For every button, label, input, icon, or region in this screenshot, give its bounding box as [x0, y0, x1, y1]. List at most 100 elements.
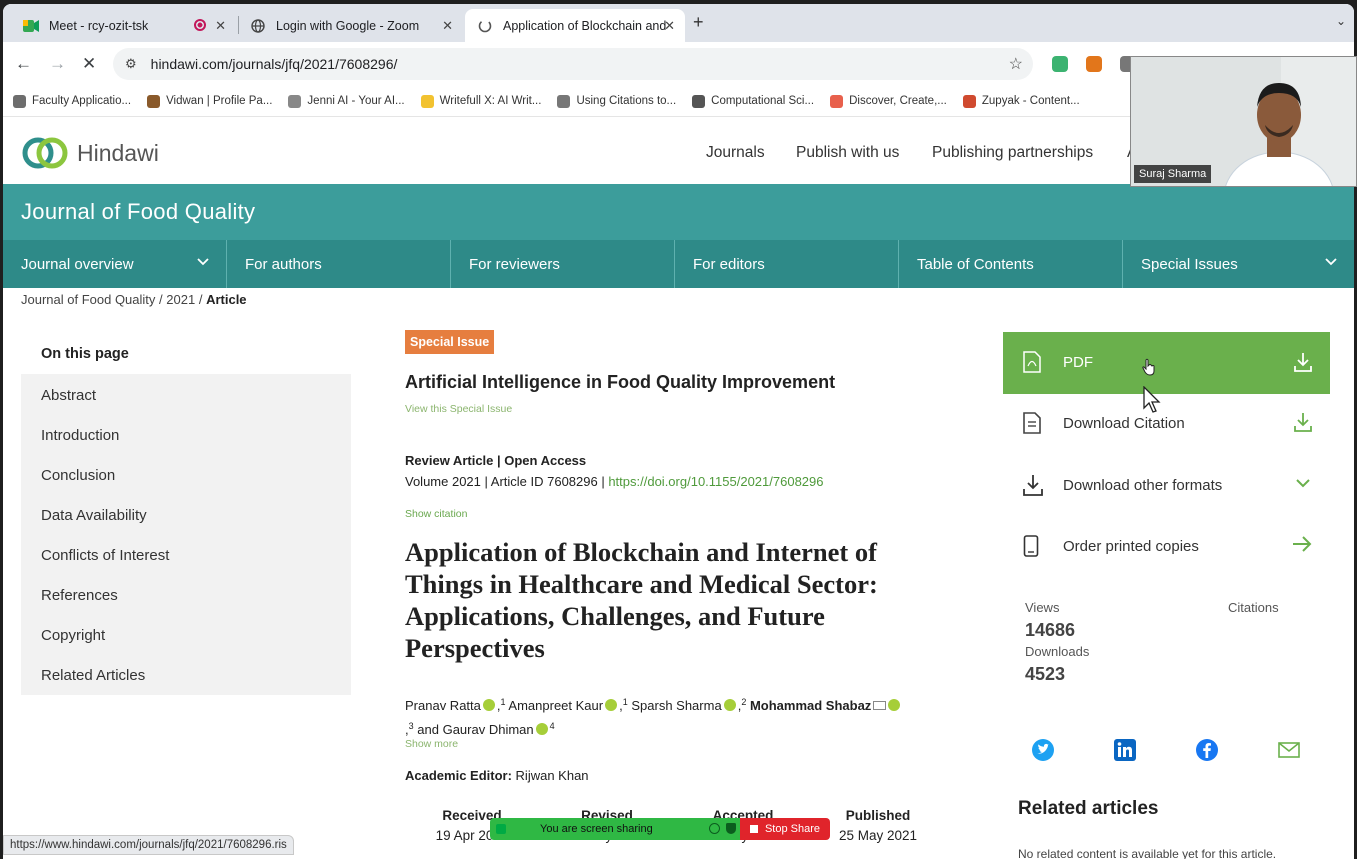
- bookmark-item[interactable]: Writefull X: AI Writ...: [420, 94, 541, 108]
- stop-share-button[interactable]: Stop Share: [740, 818, 830, 840]
- author-name[interactable]: Mohammad Shabaz: [750, 698, 871, 713]
- participant-name: Suraj Sharma: [1134, 165, 1212, 183]
- tab-article[interactable]: Application of Blockchain and ✕: [465, 9, 685, 42]
- stop-square-icon: [749, 825, 758, 833]
- order-printed-copies-button[interactable]: Order printed copies: [1003, 519, 1330, 575]
- show-citation-link[interactable]: Show citation: [405, 508, 467, 520]
- breadcrumb-current: Article: [206, 292, 247, 307]
- toc-item-introduction[interactable]: Introduction: [41, 427, 119, 444]
- bookmark-item[interactable]: Computational Sci...: [692, 94, 814, 108]
- toc-item-abstract[interactable]: Abstract: [41, 387, 96, 404]
- view-special-issue-link[interactable]: View this Special Issue: [405, 403, 512, 415]
- recording-icon: [194, 19, 206, 31]
- orcid-icon[interactable]: [888, 699, 901, 711]
- extension-icon[interactable]: [1052, 56, 1068, 72]
- screen-sharing-indicator[interactable]: You are screen sharing: [490, 818, 740, 840]
- journal-nav-for-editors[interactable]: For editors: [675, 240, 899, 288]
- orcid-icon[interactable]: [535, 723, 548, 735]
- tab-search-icon[interactable]: ⌄: [1336, 14, 1346, 28]
- participant-video-tile[interactable]: Suraj Sharma: [1130, 56, 1357, 187]
- metamask-icon[interactable]: [1086, 56, 1102, 72]
- download-citation-button[interactable]: Download Citation: [1003, 396, 1330, 452]
- email-share-icon[interactable]: [1277, 738, 1301, 762]
- arrow-right-icon: [1292, 535, 1312, 558]
- show-more-link[interactable]: Show more: [405, 738, 458, 750]
- journal-nav-for-authors[interactable]: For authors: [227, 240, 451, 288]
- journal-nav-overview[interactable]: Journal overview: [3, 240, 227, 288]
- facebook-icon[interactable]: [1195, 738, 1219, 762]
- bookmark-item[interactable]: Using Citations to...: [557, 94, 676, 108]
- toc-item-copyright[interactable]: Copyright: [41, 627, 105, 644]
- bookmark-item[interactable]: Vidwan | Profile Pa...: [147, 94, 272, 108]
- bookmark-favicon-icon: [288, 94, 302, 108]
- author-name[interactable]: Gaurav Dhiman: [443, 722, 534, 737]
- date-published: Published 25 May 2021: [838, 808, 918, 843]
- site-info-icon[interactable]: ⚙: [125, 56, 137, 72]
- bookmark-star-icon[interactable]: ☆: [1009, 54, 1023, 74]
- author-name[interactable]: Amanpreet Kaur: [508, 698, 603, 713]
- close-tab-icon[interactable]: ✕: [664, 18, 675, 34]
- stop-loading-button[interactable]: ✕: [82, 54, 96, 74]
- chevron-down-icon: [1324, 255, 1338, 273]
- bookmark-favicon-icon: [692, 94, 706, 108]
- journal-nav-for-reviewers[interactable]: For reviewers: [451, 240, 675, 288]
- orcid-icon[interactable]: [605, 699, 618, 711]
- nav-publish-with-us[interactable]: Publish with us: [796, 144, 899, 162]
- logo-text: Hindawi: [77, 139, 159, 166]
- close-tab-icon[interactable]: ✕: [215, 18, 226, 34]
- bookmark-item[interactable]: Discover, Create,...: [830, 94, 947, 108]
- orcid-icon[interactable]: [482, 699, 495, 711]
- chevron-down-icon: [196, 255, 210, 273]
- nav-journals[interactable]: Journals: [706, 144, 765, 162]
- download-other-formats-button[interactable]: Download other formats: [1003, 458, 1330, 514]
- citations-label: Citations: [1228, 600, 1279, 615]
- new-tab-button[interactable]: +: [693, 12, 704, 33]
- toc-item-references[interactable]: References: [41, 587, 118, 604]
- toc-title: On this page: [41, 346, 129, 362]
- tab-title: Login with Google - Zoom: [276, 18, 420, 33]
- download-icon: [1294, 352, 1312, 377]
- loading-icon: [477, 18, 493, 34]
- bookmark-item[interactable]: Zupyak - Content...: [962, 94, 1080, 108]
- special-issue-badge: Special Issue: [405, 330, 495, 354]
- journal-title[interactable]: Journal of Food Quality: [21, 199, 255, 225]
- author-name[interactable]: Pranav Ratta: [405, 698, 481, 713]
- orcid-icon[interactable]: [723, 699, 736, 711]
- breadcrumb-year[interactable]: 2021: [166, 292, 195, 307]
- author-list: Pranav Ratta ,1 Amanpreet Kaur ,1 Sparsh S…: [405, 692, 945, 740]
- journal-nav-special-issues[interactable]: Special Issues: [1123, 240, 1354, 288]
- tab-zoom-login[interactable]: Login with Google - Zoom ✕: [238, 9, 463, 42]
- nav-publishing-partnerships[interactable]: Publishing partnerships: [932, 144, 1093, 162]
- close-tab-icon[interactable]: ✕: [442, 18, 453, 34]
- toc-item-related-articles[interactable]: Related Articles: [41, 667, 145, 684]
- toc-item-data-availability[interactable]: Data Availability: [41, 507, 147, 524]
- doi-link[interactable]: https://doi.org/10.1155/2021/7608296: [608, 474, 823, 489]
- chevron-down-icon: [1294, 474, 1312, 497]
- pdf-download-button[interactable]: PDF: [1003, 332, 1330, 394]
- table-of-contents: Abstract Introduction Conclusion Data Av…: [21, 374, 351, 695]
- linkedin-icon[interactable]: [1113, 738, 1137, 762]
- academic-editor: Academic Editor: Rijwan Khan: [405, 768, 589, 783]
- globe-icon: [250, 18, 266, 34]
- journal-nav: Journal overview For authors For reviewe…: [3, 240, 1354, 288]
- pause-icon[interactable]: [709, 823, 720, 834]
- mouse-cursor-icon: [1143, 385, 1161, 419]
- email-icon[interactable]: [873, 701, 887, 710]
- breadcrumb-journal[interactable]: Journal of Food Quality: [21, 292, 155, 307]
- toc-item-conflicts[interactable]: Conflicts of Interest: [41, 547, 169, 564]
- hand-pointer-icon: [1141, 358, 1157, 381]
- back-button[interactable]: ←: [15, 54, 32, 74]
- special-issue-title: Artificial Intelligence in Food Quality …: [405, 372, 836, 392]
- bookmark-item[interactable]: Faculty Applicatio...: [13, 94, 131, 108]
- related-articles-title: Related articles: [1018, 798, 1159, 819]
- link-status-bar: https://www.hindawi.com/journals/jfq/202…: [3, 835, 294, 855]
- tab-meet[interactable]: Meet - rcy-ozit-tsk ✕: [11, 9, 236, 42]
- hindawi-logo[interactable]: Hindawi: [21, 135, 159, 171]
- author-name[interactable]: Sparsh Sharma: [631, 698, 721, 713]
- toc-item-conclusion[interactable]: Conclusion: [41, 467, 115, 484]
- bookmark-item[interactable]: Jenni AI - Your AI...: [288, 94, 405, 108]
- address-bar[interactable]: ⚙ hindawi.com/journals/jfq/2021/7608296/…: [113, 48, 1033, 80]
- journal-nav-table-of-contents[interactable]: Table of Contents: [899, 240, 1123, 288]
- twitter-icon[interactable]: [1031, 738, 1055, 762]
- forward-button[interactable]: →: [49, 54, 66, 74]
